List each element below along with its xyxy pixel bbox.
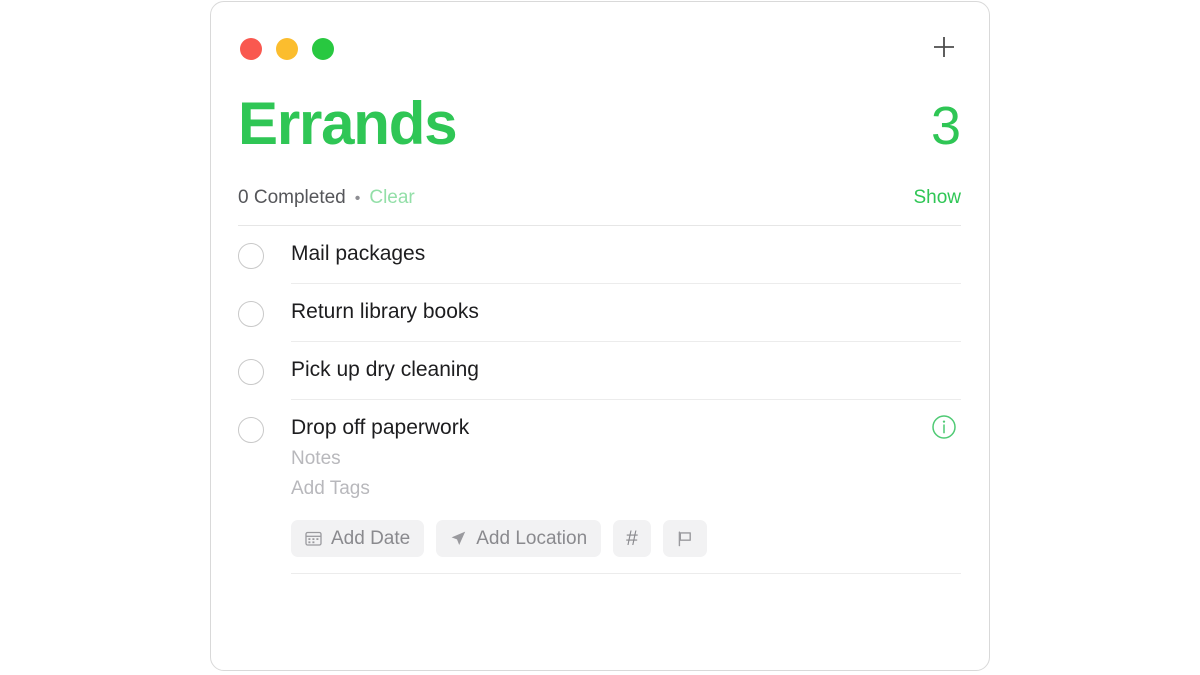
reminder-checkbox[interactable]	[238, 301, 264, 327]
list-header: Errands 3	[238, 94, 961, 154]
add-location-label: Add Location	[476, 527, 588, 549]
add-tag-chip[interactable]: #	[613, 520, 651, 558]
window-titlebar	[211, 2, 989, 90]
reminder-row-body: Mail packages	[291, 226, 961, 284]
info-circle-icon	[932, 415, 956, 439]
reminder-title-line: Drop off paperwork	[291, 400, 961, 440]
add-location-chip[interactable]: Add Location	[436, 520, 602, 558]
separator-dot: •	[354, 190, 361, 207]
show-completed-button[interactable]: Show	[913, 187, 961, 209]
list-title: Errands	[238, 90, 458, 157]
reminder-title[interactable]: Mail packages	[291, 226, 961, 266]
reminder-row-body: Pick up dry cleaning	[291, 342, 961, 400]
location-arrow-icon	[450, 530, 467, 547]
clear-completed-button[interactable]: Clear	[369, 187, 414, 209]
reminder-info-button[interactable]	[931, 414, 957, 440]
calendar-icon	[305, 530, 322, 547]
reminder-checkbox[interactable]	[238, 359, 264, 385]
completed-group: 0 Completed • Clear	[238, 187, 415, 209]
reminders-window: Errands 3 0 Completed • Clear Show Mail …	[210, 1, 990, 671]
reminder-count: 3	[930, 96, 961, 156]
reminder-row: Pick up dry cleaning	[238, 342, 961, 400]
add-date-chip[interactable]: Add Date	[291, 520, 425, 558]
reminder-row: Mail packages	[238, 226, 961, 284]
add-flag-chip[interactable]	[662, 520, 707, 558]
minimize-window-button[interactable]	[276, 38, 298, 60]
list-bottom-divider	[291, 573, 961, 575]
add-reminder-button[interactable]	[925, 28, 963, 66]
reminder-tags-field[interactable]: Add Tags	[291, 478, 961, 500]
reminder-title[interactable]: Return library books	[291, 284, 961, 324]
flag-icon	[676, 530, 694, 548]
reminder-row: Return library books	[238, 284, 961, 342]
reminder-title[interactable]: Drop off paperwork	[291, 400, 469, 440]
close-window-button[interactable]	[240, 38, 262, 60]
hashtag-icon: #	[626, 527, 638, 551]
reminder-checkbox[interactable]	[238, 417, 264, 443]
list-subheader: 0 Completed • Clear Show	[238, 187, 961, 209]
reminder-checkbox[interactable]	[238, 243, 264, 269]
reminder-row-expanded: Drop off paperwork Notes Add Tags Add Da…	[238, 400, 961, 573]
reminder-row-body: Return library books	[291, 284, 961, 342]
reminder-title[interactable]: Pick up dry cleaning	[291, 342, 961, 382]
add-date-label: Add Date	[331, 527, 411, 549]
plus-icon	[934, 37, 954, 57]
maximize-window-button[interactable]	[312, 38, 334, 60]
completed-count-label: 0 Completed	[238, 187, 346, 208]
traffic-light-buttons	[240, 38, 334, 60]
reminder-action-chips: Add Date Add Location #	[291, 520, 961, 573]
list-content: Errands 3 0 Completed • Clear Show Mail …	[211, 94, 989, 575]
reminder-row-body: Drop off paperwork Notes Add Tags Add Da…	[291, 400, 961, 573]
reminder-notes-field[interactable]: Notes	[291, 448, 961, 470]
